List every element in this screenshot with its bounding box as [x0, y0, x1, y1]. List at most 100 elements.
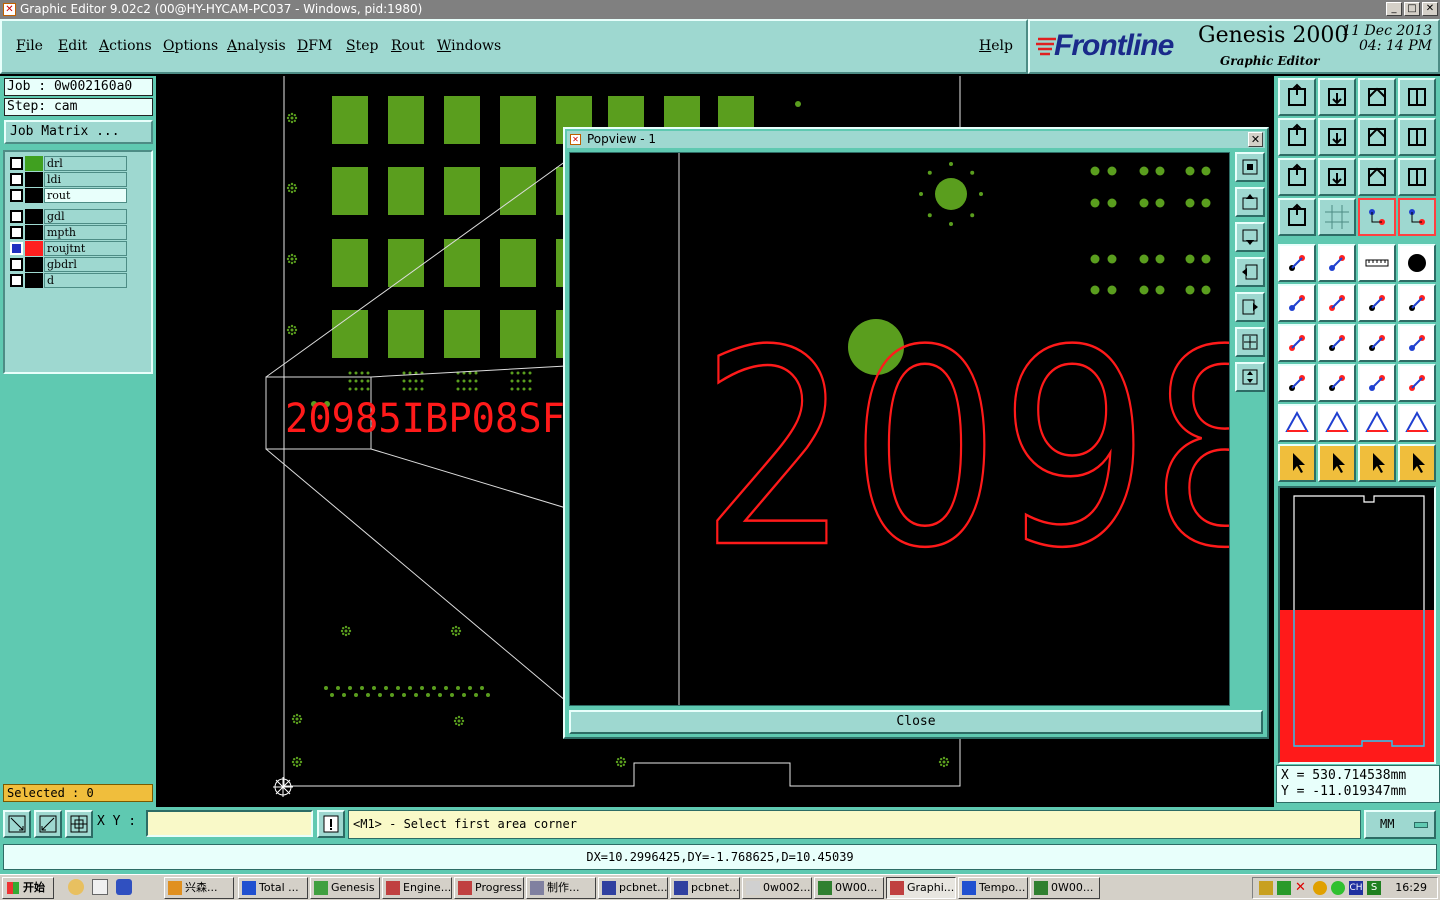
quicklaunch-clock-icon[interactable] — [68, 879, 84, 895]
popview-fit-icon[interactable] — [1235, 327, 1265, 357]
layer-color-swatch[interactable] — [25, 156, 43, 171]
snap-red-icon[interactable] — [1358, 198, 1396, 236]
help-query-icon[interactable] — [1398, 158, 1436, 196]
select-pointer-icon[interactable] — [1318, 444, 1356, 482]
layer-row-drl[interactable]: drl — [9, 156, 127, 171]
layer-checkbox[interactable] — [10, 274, 23, 287]
tray-sun-icon[interactable] — [1313, 881, 1327, 895]
path-select-icon[interactable] — [1398, 444, 1436, 482]
tray-pen-icon[interactable] — [1277, 881, 1291, 895]
popview-center-icon[interactable] — [1235, 362, 1265, 392]
quicklaunch-notepad-icon[interactable] — [92, 879, 108, 895]
overview-map[interactable] — [1278, 486, 1436, 764]
home-icon[interactable] — [1358, 78, 1396, 116]
select-area-icon[interactable] — [1358, 444, 1396, 482]
layer-color-swatch[interactable] — [25, 172, 43, 187]
line-points-icon[interactable] — [1358, 284, 1396, 322]
popview-pan-up-icon[interactable] — [1235, 187, 1265, 217]
select-pad-icon[interactable] — [1278, 244, 1316, 282]
menu-file[interactable]: File — [16, 38, 43, 54]
snap-blue-icon[interactable] — [1398, 198, 1436, 236]
taskbar-task[interactable]: 0w002... — [742, 877, 812, 899]
load-icon[interactable] — [1318, 78, 1356, 116]
close-window-button[interactable]: ✕ — [1422, 2, 1438, 16]
measure-icon[interactable] — [34, 810, 62, 838]
popview-pan-down-icon[interactable] — [1235, 222, 1265, 252]
menu-help[interactable]: Help — [979, 38, 1013, 54]
popview-zoom-in-icon[interactable] — [1235, 152, 1265, 182]
layer-checkbox[interactable] — [10, 210, 23, 223]
popview-pan-right-icon[interactable] — [1235, 292, 1265, 322]
undo-icon[interactable] — [1398, 118, 1436, 156]
tray-tools-icon[interactable] — [1259, 881, 1273, 895]
center-icon[interactable] — [1318, 158, 1356, 196]
add-line-icon[interactable] — [1318, 244, 1356, 282]
layer-color-swatch[interactable] — [25, 241, 43, 256]
taskbar-task[interactable]: 0W00... — [1030, 877, 1100, 899]
copy-shapes-icon[interactable] — [1398, 364, 1436, 402]
layer-row-roujtnt[interactable]: roujtnt — [9, 241, 127, 256]
popview-canvas[interactable]: 2098 — [569, 152, 1301, 706]
break-line-icon[interactable] — [1318, 364, 1356, 402]
tray-language-icon[interactable]: CH — [1349, 881, 1363, 895]
menu-dfm[interactable]: DFM — [297, 38, 332, 54]
popview-pan-left-icon[interactable] — [1235, 257, 1265, 287]
taskbar-task[interactable]: pcbnet... — [670, 877, 740, 899]
menu-analysis[interactable]: Analysis — [227, 38, 286, 54]
layer-color-swatch[interactable] — [25, 257, 43, 272]
triangle-icon[interactable] — [1278, 404, 1316, 442]
taskbar-task[interactable]: pcbnet... — [598, 877, 668, 899]
layer-color-swatch[interactable] — [25, 273, 43, 288]
rotate-arc-icon[interactable] — [1358, 324, 1396, 362]
delete-node-icon[interactable] — [1318, 284, 1356, 322]
arc-points-icon[interactable] — [1398, 284, 1436, 322]
split-view-icon[interactable] — [1398, 78, 1436, 116]
grid-view-icon[interactable] — [1318, 198, 1356, 236]
layer-row-mpth[interactable]: mpth — [9, 225, 127, 240]
taskbar-task[interactable]: Engine... — [382, 877, 452, 899]
minimize-button[interactable]: _ — [1386, 2, 1402, 16]
layer-row-d[interactable]: d — [9, 273, 127, 288]
layer-checkbox[interactable] — [10, 157, 23, 170]
popview-close-icon[interactable]: ✕ — [1248, 132, 1263, 147]
tray-x-icon[interactable]: ✕ — [1295, 881, 1309, 895]
layer-color-swatch[interactable] — [25, 209, 43, 224]
popview-drawing[interactable]: 2098 — [570, 153, 1301, 705]
layer-row-ldi[interactable]: ldi — [9, 172, 127, 187]
taskbar-task[interactable]: Genesis — [310, 877, 380, 899]
menu-options[interactable]: Options — [163, 38, 218, 54]
triangle-c-icon[interactable] — [1398, 404, 1436, 442]
hold-icon[interactable] — [1278, 78, 1316, 116]
popview-close-button[interactable]: Close — [569, 710, 1263, 734]
taskbar-task[interactable]: Total ... — [238, 877, 308, 899]
menu-rout[interactable]: Rout — [391, 38, 425, 54]
pointer-icon[interactable] — [1278, 444, 1316, 482]
taskbar-task[interactable]: Progress — [454, 877, 524, 899]
triangle-b-icon[interactable] — [1358, 404, 1396, 442]
connect-nodes-icon[interactable] — [1278, 284, 1316, 322]
properties-icon[interactable] — [1278, 198, 1316, 236]
triangle-a-icon[interactable] — [1318, 404, 1356, 442]
menu-edit[interactable]: Edit — [58, 38, 87, 54]
mirror-icon[interactable] — [1358, 118, 1396, 156]
fit-screen-icon[interactable] — [1278, 158, 1316, 196]
grid-icon[interactable] — [65, 810, 93, 838]
tray-globe-icon[interactable] — [1331, 881, 1345, 895]
taskbar-task[interactable]: 兴森... — [164, 877, 234, 899]
layer-row-gbdrl[interactable]: gbdrl — [9, 257, 127, 272]
layer-checkbox[interactable] — [10, 189, 23, 202]
layer-row-gdl[interactable]: gdl — [9, 209, 127, 224]
text-f-icon[interactable] — [1398, 324, 1436, 362]
move-left-icon[interactable] — [1278, 118, 1316, 156]
start-button[interactable]: 开始 — [2, 877, 54, 899]
snap-icon[interactable] — [3, 810, 31, 838]
taskbar-task[interactable]: 0W00... — [814, 877, 884, 899]
angle-icon[interactable] — [1278, 324, 1316, 362]
ruler-icon[interactable] — [1358, 244, 1396, 282]
taskbar-task[interactable]: Graphi... — [886, 877, 956, 899]
maximize-button[interactable]: □ — [1404, 2, 1420, 16]
layer-checkbox[interactable] — [10, 226, 23, 239]
taskbar-task[interactable]: Tempo... — [958, 877, 1028, 899]
quicklaunch-shield-icon[interactable] — [116, 879, 132, 895]
slash-icon[interactable] — [1318, 324, 1356, 362]
